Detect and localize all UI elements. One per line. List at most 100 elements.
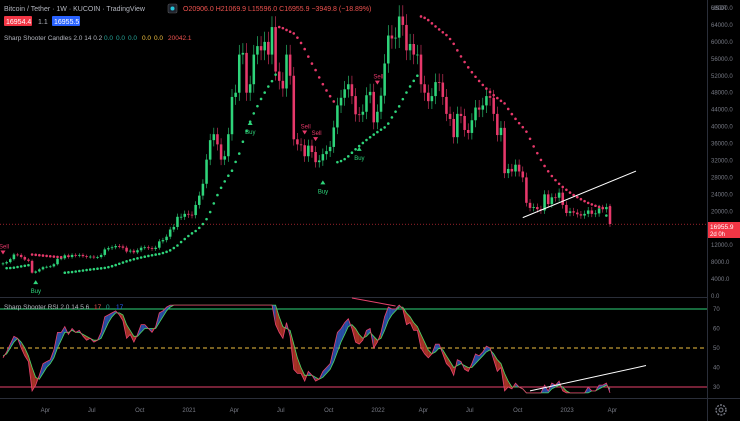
candle-body[interactable] <box>496 113 499 136</box>
candle-body[interactable] <box>176 216 179 227</box>
candle-body[interactable] <box>183 213 187 217</box>
candle-body[interactable] <box>561 192 565 205</box>
candle-body[interactable] <box>568 211 572 213</box>
symbol-title[interactable]: Bitcoin / Tether · 1W · KUCOIN · Trading… <box>4 6 146 13</box>
candle-body[interactable] <box>198 195 201 205</box>
candle-body[interactable] <box>459 113 463 116</box>
candle-body[interactable] <box>168 229 172 237</box>
candle-body[interactable] <box>550 197 554 205</box>
candle-body[interactable] <box>52 264 56 267</box>
candle-body[interactable] <box>325 151 328 155</box>
candle-body[interactable] <box>48 266 52 268</box>
candle-body[interactable] <box>45 266 48 268</box>
candle-body[interactable] <box>452 118 455 138</box>
candle-body[interactable] <box>274 27 277 72</box>
candle-body[interactable] <box>521 171 525 178</box>
candle-body[interactable] <box>230 96 234 135</box>
candle-body[interactable] <box>532 207 535 208</box>
candle-body[interactable] <box>12 254 16 260</box>
candle-body[interactable] <box>376 111 379 123</box>
candle-body[interactable] <box>546 194 550 205</box>
buy-price[interactable]: 16955.5 <box>54 19 79 26</box>
candle-body[interactable] <box>23 257 27 260</box>
candle-body[interactable] <box>488 96 492 98</box>
candle-body[interactable] <box>41 267 45 270</box>
price-axis[interactable]: 0.04000.08000.012000.016000.020000.02400… <box>711 6 733 300</box>
candle-body[interactable] <box>401 16 405 25</box>
candle-body[interactable] <box>368 91 372 96</box>
candle-body[interactable] <box>445 96 448 114</box>
candle-body[interactable] <box>310 145 314 152</box>
candle-body[interactable] <box>292 75 296 140</box>
candle-body[interactable] <box>8 259 12 263</box>
candles-layer[interactable] <box>1 5 612 274</box>
candle-body[interactable] <box>590 210 594 214</box>
candle-body[interactable] <box>208 140 212 160</box>
candle-body[interactable] <box>96 257 99 258</box>
candle-body[interactable] <box>172 226 176 230</box>
candle-body[interactable] <box>241 52 245 55</box>
candle-body[interactable] <box>128 250 132 252</box>
candle-body[interactable] <box>248 84 252 93</box>
rsi-legend[interactable]: Sharp Shooter RSI 2.0 14 5 6 17 0 17 <box>4 304 124 311</box>
candle-body[interactable] <box>383 63 386 96</box>
candles-indicator-name[interactable]: Sharp Shooter Candles 2.0 14 0.2 <box>4 35 103 42</box>
candle-body[interactable] <box>38 269 41 272</box>
candle-body[interactable] <box>194 204 197 216</box>
rsi-axis[interactable]: 70 60 50 40 30 <box>713 307 720 391</box>
candle-body[interactable] <box>285 54 288 89</box>
candle-body[interactable] <box>343 89 346 98</box>
candle-body[interactable] <box>597 208 601 214</box>
candle-body[interactable] <box>88 256 92 258</box>
candle-body[interactable] <box>158 241 161 248</box>
candle-body[interactable] <box>357 114 361 116</box>
candle-body[interactable] <box>67 255 70 258</box>
candle-body[interactable] <box>605 207 608 210</box>
candle-body[interactable] <box>277 71 281 81</box>
candle-body[interactable] <box>481 105 485 110</box>
candle-body[interactable] <box>121 246 125 248</box>
candle-body[interactable] <box>16 254 19 256</box>
candle-body[interactable] <box>321 154 325 161</box>
candle-body[interactable] <box>219 144 223 160</box>
candle-body[interactable] <box>70 254 74 258</box>
candle-body[interactable] <box>190 214 194 216</box>
candle-body[interactable] <box>441 82 445 97</box>
candle-body[interactable] <box>314 152 317 163</box>
candle-body[interactable] <box>528 202 532 208</box>
candle-body[interactable] <box>332 127 336 147</box>
candle-body[interactable] <box>506 168 510 174</box>
candle-body[interactable] <box>525 177 528 203</box>
candle-body[interactable] <box>125 247 128 252</box>
candle-body[interactable] <box>405 24 408 51</box>
candle-body[interactable] <box>56 258 59 265</box>
candle-body[interactable] <box>30 260 34 273</box>
candle-body[interactable] <box>19 254 23 258</box>
candle-body[interactable] <box>187 213 190 215</box>
candle-body[interactable] <box>212 134 216 141</box>
candle-body[interactable] <box>554 197 557 199</box>
candle-body[interactable] <box>397 16 401 38</box>
candle-body[interactable] <box>256 46 259 55</box>
candle-body[interactable] <box>234 92 237 97</box>
candle-body[interactable] <box>514 164 517 172</box>
settings-gear-icon[interactable] <box>715 404 727 416</box>
candle-body[interactable] <box>557 192 561 198</box>
candle-body[interactable] <box>63 255 67 259</box>
candle-body[interactable] <box>139 247 143 251</box>
candle-body[interactable] <box>118 246 121 247</box>
candle-body[interactable] <box>579 214 583 216</box>
candle-body[interactable] <box>416 54 419 56</box>
candle-body[interactable] <box>379 95 383 112</box>
candle-body[interactable] <box>536 207 539 210</box>
candle-body[interactable] <box>328 146 332 152</box>
candle-body[interactable] <box>259 46 263 51</box>
candle-body[interactable] <box>347 84 350 90</box>
candle-body[interactable] <box>594 213 597 215</box>
candle-body[interactable] <box>161 240 165 242</box>
candle-body[interactable] <box>419 54 423 85</box>
candle-body[interactable] <box>456 113 459 138</box>
candle-body[interactable] <box>227 134 230 157</box>
bid-ask-boxes[interactable]: 16954.4 1.1 16955.5 <box>4 16 80 26</box>
candle-body[interactable] <box>430 96 434 102</box>
